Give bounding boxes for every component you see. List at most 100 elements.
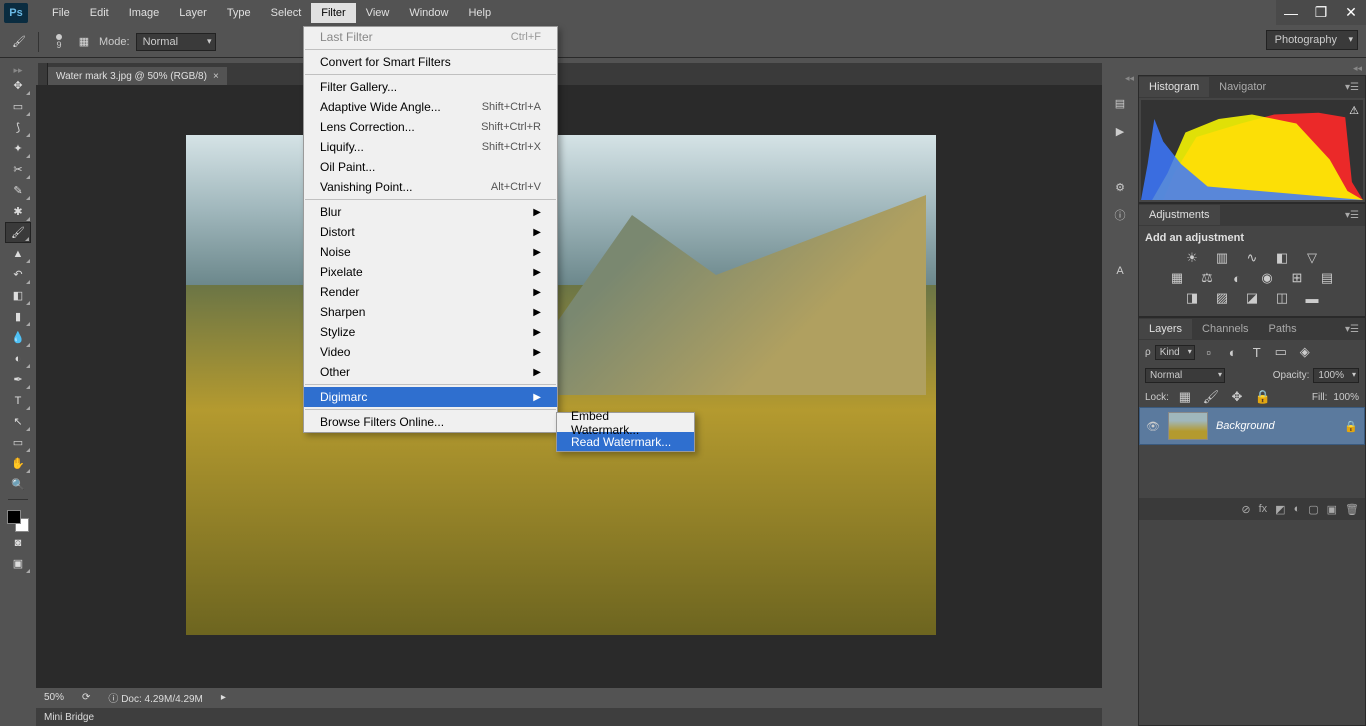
layer-thumbnail[interactable] xyxy=(1168,412,1208,440)
healing-tool[interactable]: ✱ xyxy=(5,201,31,222)
lock-all-icon[interactable]: 🔒 xyxy=(1253,389,1273,405)
menuitem-adaptive-wide-angle[interactable]: Adaptive Wide Angle...Shift+Ctrl+A xyxy=(304,97,557,117)
color-swatch[interactable] xyxy=(7,510,29,532)
eyedropper-tool[interactable]: ✎ xyxy=(5,180,31,201)
photofilter-icon[interactable]: ◉ xyxy=(1257,270,1277,286)
menuitem-blur[interactable]: Blur▶ xyxy=(304,202,557,222)
vibrance-icon[interactable]: ▽ xyxy=(1302,250,1322,266)
path-tool[interactable]: ↖ xyxy=(5,411,31,432)
close-tab-icon[interactable]: × xyxy=(213,71,219,82)
menuitem-oil-paint[interactable]: Oil Paint... xyxy=(304,157,557,177)
menuitem-video[interactable]: Video▶ xyxy=(304,342,557,362)
properties-icon[interactable]: ⚙ xyxy=(1108,177,1132,197)
menu-type[interactable]: Type xyxy=(217,3,261,23)
invert-icon[interactable]: ◨ xyxy=(1182,290,1202,306)
brush-tool-icon[interactable]: 🖌 xyxy=(10,33,28,51)
actions-icon[interactable]: ▶ xyxy=(1108,121,1132,141)
document-tab[interactable]: Water mark 3.jpg @ 50% (RGB/8) × xyxy=(48,67,227,85)
new-adjustment-icon[interactable]: ◐ xyxy=(1294,503,1301,515)
menuitem-lens-correction[interactable]: Lens Correction...Shift+Ctrl+R xyxy=(304,117,557,137)
brush-tool[interactable]: 🖌 xyxy=(5,222,31,243)
new-layer-icon[interactable]: ▣ xyxy=(1327,503,1337,516)
lock-pixels-icon[interactable]: 🖌 xyxy=(1201,389,1221,405)
brightness-icon[interactable]: ☀ xyxy=(1182,250,1202,266)
panel-menu-icon[interactable]: ▾☰ xyxy=(1339,82,1365,93)
hue-icon[interactable]: ▦ xyxy=(1167,270,1187,286)
colorlookup-icon[interactable]: ▤ xyxy=(1317,270,1337,286)
menuitem-vanishing-point[interactable]: Vanishing Point...Alt+Ctrl+V xyxy=(304,177,557,197)
menuitem-stylize[interactable]: Stylize▶ xyxy=(304,322,557,342)
menuitem-browse-filters[interactable]: Browse Filters Online... xyxy=(304,412,557,432)
shape-tool[interactable]: ▭ xyxy=(5,432,31,453)
filter-adj-icon[interactable]: ◐ xyxy=(1223,344,1243,360)
filter-smart-icon[interactable]: ◈ xyxy=(1295,344,1315,360)
layer-blend-select[interactable]: Normal xyxy=(1145,368,1225,383)
link-layers-icon[interactable]: ⊘ xyxy=(1241,503,1250,516)
pen-tool[interactable]: ✒ xyxy=(5,369,31,390)
menuitem-pixelate[interactable]: Pixelate▶ xyxy=(304,262,557,282)
tab-paths[interactable]: Paths xyxy=(1259,319,1307,339)
exposure-icon[interactable]: ◧ xyxy=(1272,250,1292,266)
eraser-tool[interactable]: ◧ xyxy=(5,285,31,306)
panel-menu-icon[interactable]: ▾☰ xyxy=(1339,210,1365,221)
filter-type-icon[interactable]: T xyxy=(1247,344,1267,360)
opacity-input[interactable]: 100% xyxy=(1313,368,1359,383)
type-tool[interactable]: T xyxy=(5,390,31,411)
menu-select[interactable]: Select xyxy=(261,3,312,23)
menu-file[interactable]: File xyxy=(42,3,80,23)
menuitem-embed-watermark[interactable]: Embed Watermark... xyxy=(557,413,694,432)
blur-tool[interactable]: 💧 xyxy=(5,327,31,348)
gradientmap-icon[interactable]: ▬ xyxy=(1302,290,1322,306)
hand-tool[interactable]: ✋ xyxy=(5,453,31,474)
zoom-level[interactable]: 50% xyxy=(44,692,64,703)
menuitem-convert-smart[interactable]: Convert for Smart Filters xyxy=(304,52,557,72)
layer-row-background[interactable]: 👁 Background 🔒 xyxy=(1139,407,1365,445)
tab-navigator[interactable]: Navigator xyxy=(1209,77,1276,97)
lock-transparency-icon[interactable]: ▦ xyxy=(1175,389,1195,405)
posterize-icon[interactable]: ▨ xyxy=(1212,290,1232,306)
filter-shape-icon[interactable]: ▭ xyxy=(1271,344,1291,360)
brush-size-picker[interactable]: 9 xyxy=(49,34,69,50)
sync-icon[interactable]: ⟳ xyxy=(82,692,90,703)
delete-layer-icon[interactable]: 🗑 xyxy=(1345,503,1359,516)
info-arrow-icon[interactable]: ▸ xyxy=(221,692,226,703)
menuitem-distort[interactable]: Distort▶ xyxy=(304,222,557,242)
blend-mode-select[interactable]: Normal xyxy=(136,33,216,51)
info-icon[interactable]: ⓘ xyxy=(1108,205,1132,225)
filter-pixel-icon[interactable]: ▫ xyxy=(1199,344,1219,360)
menu-view[interactable]: View xyxy=(356,3,400,23)
menu-filter[interactable]: Filter xyxy=(311,3,355,23)
menu-image[interactable]: Image xyxy=(119,3,170,23)
tab-adjustments[interactable]: Adjustments xyxy=(1139,205,1220,225)
character-icon[interactable]: A xyxy=(1108,261,1132,281)
history-icon[interactable]: ▤ xyxy=(1108,93,1132,113)
menuitem-filter-gallery[interactable]: Filter Gallery... xyxy=(304,77,557,97)
curves-icon[interactable]: ∿ xyxy=(1242,250,1262,266)
mini-bridge-tab[interactable]: Mini Bridge xyxy=(44,712,94,723)
magic-wand-tool[interactable]: ✦ xyxy=(5,138,31,159)
levels-icon[interactable]: ▥ xyxy=(1212,250,1232,266)
menu-layer[interactable]: Layer xyxy=(169,3,217,23)
tools-handle-icon[interactable]: ▸▸ xyxy=(0,65,36,75)
screenmode-tool[interactable]: ▣ xyxy=(5,553,31,574)
move-tool[interactable]: ✥ xyxy=(5,75,31,96)
lock-position-icon[interactable]: ✥ xyxy=(1227,389,1247,405)
workspace-switcher[interactable]: Photography xyxy=(1266,30,1358,50)
menuitem-sharpen[interactable]: Sharpen▶ xyxy=(304,302,557,322)
menuitem-render[interactable]: Render▶ xyxy=(304,282,557,302)
menuitem-other[interactable]: Other▶ xyxy=(304,362,557,382)
menu-edit[interactable]: Edit xyxy=(80,3,119,23)
bw-icon[interactable]: ◐ xyxy=(1227,270,1247,286)
fill-input[interactable]: 100% xyxy=(1333,392,1359,403)
history-brush-tool[interactable]: ↶ xyxy=(5,264,31,285)
menu-help[interactable]: Help xyxy=(458,3,501,23)
maximize-button[interactable]: ❐ xyxy=(1306,0,1336,25)
layer-fx-icon[interactable]: fx xyxy=(1259,503,1268,515)
close-button[interactable]: ✕ xyxy=(1336,0,1366,25)
marquee-tool[interactable]: ▭ xyxy=(5,96,31,117)
canvas-area[interactable] xyxy=(36,85,1102,706)
menu-window[interactable]: Window xyxy=(399,3,458,23)
gradient-tool[interactable]: ▮ xyxy=(5,306,31,327)
lasso-tool[interactable]: ⟆ xyxy=(5,117,31,138)
tab-channels[interactable]: Channels xyxy=(1192,319,1258,339)
